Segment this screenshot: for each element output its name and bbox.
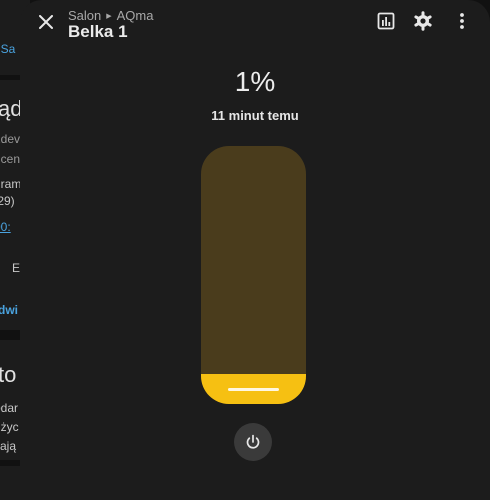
position-slider[interactable] [201, 146, 306, 404]
breadcrumb-area: Salon [68, 8, 102, 23]
background-text: kają [0, 439, 17, 453]
slider-handle[interactable] [228, 388, 279, 391]
breadcrumb: Salon ▶ AQma [68, 8, 153, 23]
close-button[interactable] [32, 8, 60, 36]
background-text: :29) [0, 194, 15, 208]
last-changed: 11 minut temu [211, 108, 299, 123]
background-text: E [12, 261, 21, 275]
background-text: 2dev [0, 132, 21, 146]
gear-icon [414, 11, 432, 31]
history-button[interactable] [372, 9, 400, 33]
state-value: 1% [234, 66, 276, 97]
chevron-right-icon: ▶ [106, 12, 112, 20]
background-text: odar [0, 401, 19, 415]
more-options-button[interactable] [448, 9, 476, 33]
background-text: użyc [0, 420, 19, 434]
close-icon [39, 15, 53, 29]
settings-button[interactable] [409, 9, 437, 33]
power-button[interactable] [234, 423, 272, 461]
background-text: ucen [0, 152, 21, 166]
background-link[interactable]: : Sa [0, 42, 15, 56]
dialog-title: Belka 1 [68, 22, 128, 41]
dots-vertical-icon [460, 13, 464, 29]
background-heading: to [0, 362, 17, 387]
chart-bar-icon [377, 12, 395, 30]
entity-dialog: Salon ▶ AQma Belka 1 1% 11 minut temu [20, 0, 490, 500]
background-link[interactable]: dwi [0, 303, 18, 317]
background-link[interactable]: 00: [0, 220, 11, 234]
power-icon [246, 434, 260, 449]
breadcrumb-device: AQma [116, 8, 154, 23]
background-text: gram [0, 177, 22, 191]
